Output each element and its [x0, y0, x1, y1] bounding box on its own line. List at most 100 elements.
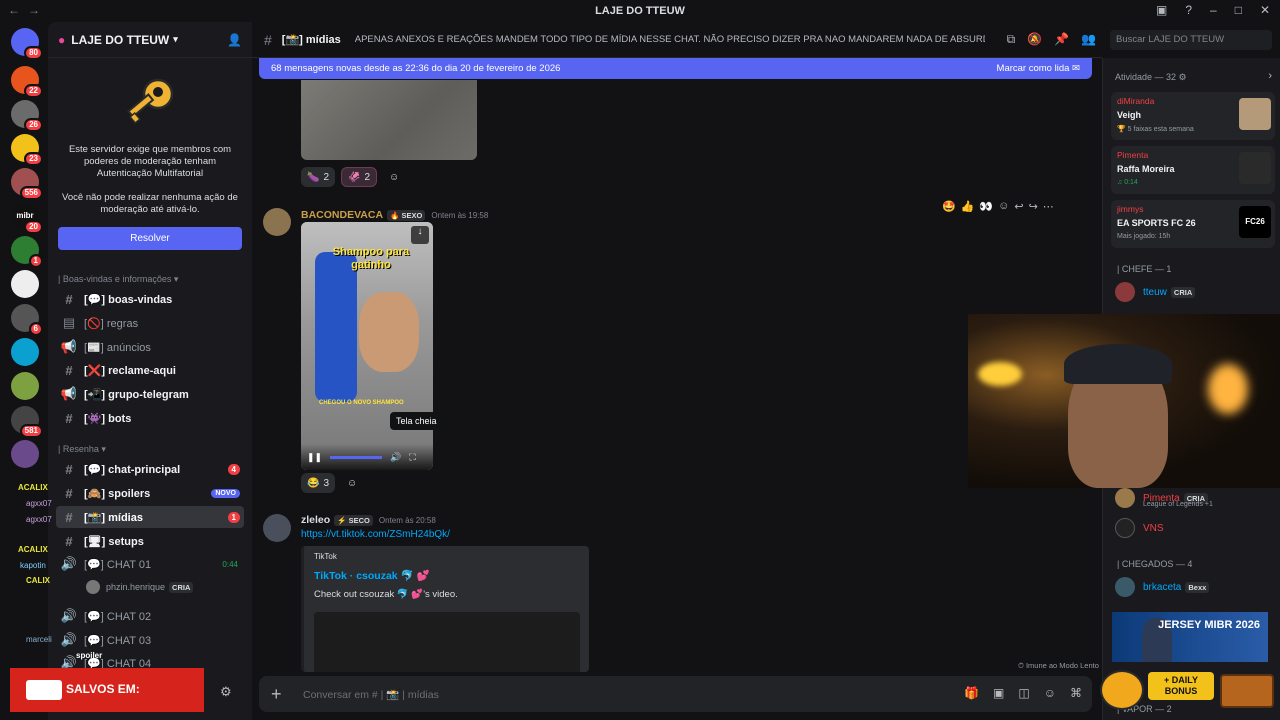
channel-title: [📸] mídias — [281, 34, 341, 46]
video-attachment[interactable]: Shampoo para gatinho CHEGOU O NOVO SHAMP… — [301, 222, 433, 470]
add-reaction-icon[interactable]: ☺ — [341, 473, 363, 493]
voice-chat-02[interactable]: 🔊 [💬] CHAT 02 — [56, 605, 244, 627]
channel-topic[interactable]: APENAS ANEXOS E REAÇÕES MANDEM TODO TIPO… — [355, 34, 985, 45]
avatar — [86, 580, 100, 594]
server-icon[interactable]: 22 — [11, 66, 43, 98]
embed-provider: TikTok — [314, 552, 337, 561]
server-icon[interactable] — [11, 372, 39, 400]
sticker-icon[interactable]: ◫ — [1018, 686, 1029, 700]
message-author[interactable]: zleleo ⚡ SECO Ontem às 20:58 — [301, 514, 436, 526]
channel-setups[interactable]: # [🖥] setups — [56, 530, 244, 552]
cap — [1064, 344, 1172, 384]
member-item[interactable]: VNS — [1115, 516, 1164, 540]
close-button[interactable]: ✕ — [1260, 3, 1270, 17]
server-icon[interactable]: 1 — [11, 236, 43, 268]
activity-card[interactable]: jimmys EA SPORTS FC 26 Mais jogado: 15h … — [1111, 200, 1275, 248]
pause-icon[interactable]: ❚❚ — [307, 452, 322, 463]
channel-spoilers[interactable]: # [🙈] spoilers NOVO — [56, 482, 244, 504]
album-art — [1239, 98, 1271, 130]
voice-user[interactable]: phzin.henrique CRIA — [56, 576, 244, 598]
volume-icon[interactable]: 🔊 — [390, 452, 401, 463]
server-icon[interactable]: 556 — [11, 168, 43, 200]
coin-icon — [1100, 670, 1144, 710]
member-item[interactable]: brkaceta Bexx — [1115, 575, 1210, 599]
channel-regras[interactable]: ▤ [🚫] regras — [56, 312, 244, 334]
reaction[interactable]: 😂 3 — [301, 473, 336, 493]
emoji-icon[interactable]: ☺ — [1044, 686, 1056, 700]
resolve-button[interactable]: Resolver — [58, 227, 242, 250]
apps-icon[interactable]: ⌘ — [1070, 686, 1082, 700]
server-icon[interactable]: 23 — [11, 134, 43, 166]
channel-boas-vindas[interactable]: # [💬] boas-vindas — [56, 288, 244, 310]
lamp-light — [1208, 364, 1248, 414]
fullscreen-icon[interactable]: ⛶ — [409, 452, 415, 463]
reaction-shortcut[interactable]: 👀 — [979, 200, 993, 213]
plus-icon[interactable]: + — [271, 684, 291, 705]
message-link[interactable]: https://vt.tiktok.com/ZSmH24bQk/ — [301, 529, 450, 540]
channel-bots[interactable]: # [👾] bots — [56, 407, 244, 429]
gift-icon[interactable]: 🎁 — [964, 686, 979, 700]
key-icon — [127, 78, 174, 125]
channel-midias[interactable]: # [📸] mídias 1 — [56, 506, 244, 528]
activity-card[interactable]: Pimenta Raffa Moreira ♫ 0:14 — [1111, 146, 1275, 194]
pin-icon[interactable]: 📌 — [1054, 32, 1069, 47]
channel-reclame-aqui[interactable]: # [❌] reclame-aqui — [56, 359, 244, 381]
category-header[interactable]: | Resenha ▾ — [58, 444, 106, 455]
add-reaction-icon[interactable]: ☺ — [998, 200, 1009, 212]
activity-card[interactable]: diMiranda Veigh 🏆 5 faixas esta semana — [1111, 92, 1275, 140]
download-icon[interactable]: ↓ — [411, 226, 429, 244]
server-icon[interactable] — [11, 338, 39, 366]
guild-header[interactable]: ● LAJE DO TTEUW ▾ 👤 — [48, 22, 252, 58]
mute-icon[interactable]: 🔕 — [1027, 32, 1042, 47]
threads-icon[interactable]: ⧉ — [1007, 32, 1016, 47]
server-icon[interactable]: 581 — [11, 406, 43, 438]
voice-chat-01[interactable]: 🔊 [💬] CHAT 01 0:44 — [56, 553, 244, 575]
search-input[interactable]: Buscar LAJE DO TTEUW — [1110, 30, 1272, 50]
help-icon[interactable]: ? — [1185, 3, 1192, 17]
reaction-shortcut[interactable]: 🤩 — [942, 200, 956, 213]
channel-chat-principal[interactable]: # [💬] chat-principal 4 — [56, 458, 244, 480]
discord-home-icon[interactable]: 80 — [11, 28, 43, 60]
mark-read-button[interactable]: Marcar como lida ✉ — [997, 63, 1080, 74]
category-header[interactable]: | Boas-vindas e informações ▾ — [58, 274, 178, 285]
gif-icon[interactable]: ▣ — [993, 686, 1004, 700]
embed-description: Check out csouzak 🐬 💕's video. — [314, 589, 458, 600]
reply-icon[interactable]: ↩ — [1014, 200, 1023, 213]
progress-bar[interactable] — [330, 455, 383, 459]
server-icon[interactable] — [11, 270, 39, 298]
activity-header[interactable]: Atividade — 32 ⚙ — [1115, 72, 1187, 83]
channel-anuncios[interactable]: 📢 [📰] anúncios — [56, 336, 244, 358]
avatar[interactable] — [263, 208, 291, 236]
more-icon[interactable]: ⋯ — [1043, 200, 1054, 213]
minimize-button[interactable]: – — [1210, 3, 1217, 17]
image-attachment[interactable] — [301, 80, 477, 160]
server-icon[interactable]: mibr 20 — [11, 202, 43, 234]
reaction[interactable]: 🦑 2 — [341, 167, 378, 187]
server-icon[interactable]: 6 — [11, 304, 43, 336]
members-icon[interactable]: 👥 — [1081, 32, 1096, 47]
chevron-right-icon[interactable]: › — [1268, 70, 1272, 82]
member-item[interactable]: tteuw CRIA — [1115, 280, 1196, 304]
embed-title[interactable]: TikTok · csouzak 🐬 💕 — [314, 569, 430, 582]
new-messages-banner[interactable]: 68 mensagens novas desde as 22:36 do dia… — [259, 58, 1092, 79]
reaction-shortcut[interactable]: 👍 — [961, 200, 975, 213]
promo-text: SALVOS EM: — [66, 682, 140, 696]
message-composer[interactable]: + Conversar em # | 📸 | mídias 🎁 ▣ ◫ ☺ ⌘ — [259, 676, 1092, 712]
embed-thumbnail[interactable] — [314, 612, 580, 672]
add-reaction-icon[interactable]: ☺ — [383, 167, 405, 187]
message-input[interactable]: Conversar em # | 📸 | mídias — [303, 688, 439, 701]
avatar[interactable] — [263, 514, 291, 542]
voice-chat-03[interactable]: 🔊 [💬] CHAT 03 — [56, 629, 244, 651]
person-face — [359, 292, 419, 372]
gear-icon[interactable]: ⚙ — [220, 684, 232, 700]
channel-grupo-telegram[interactable]: 📢 [📲] grupo-telegram — [56, 383, 244, 405]
server-icon[interactable]: 26 — [11, 100, 43, 132]
message-author[interactable]: BACONDEVACA 🔥 SEXO Ontem às 19:58 — [301, 209, 488, 221]
forward-icon[interactable]: ↪ — [1029, 200, 1038, 213]
server-icon[interactable] — [11, 440, 39, 468]
maximize-button[interactable]: □ — [1235, 3, 1242, 17]
add-member-icon[interactable]: 👤 — [227, 33, 242, 47]
avatar — [1115, 577, 1135, 597]
inbox-icon[interactable]: ▣ — [1156, 3, 1167, 17]
reaction[interactable]: 🍆 2 — [301, 167, 336, 187]
